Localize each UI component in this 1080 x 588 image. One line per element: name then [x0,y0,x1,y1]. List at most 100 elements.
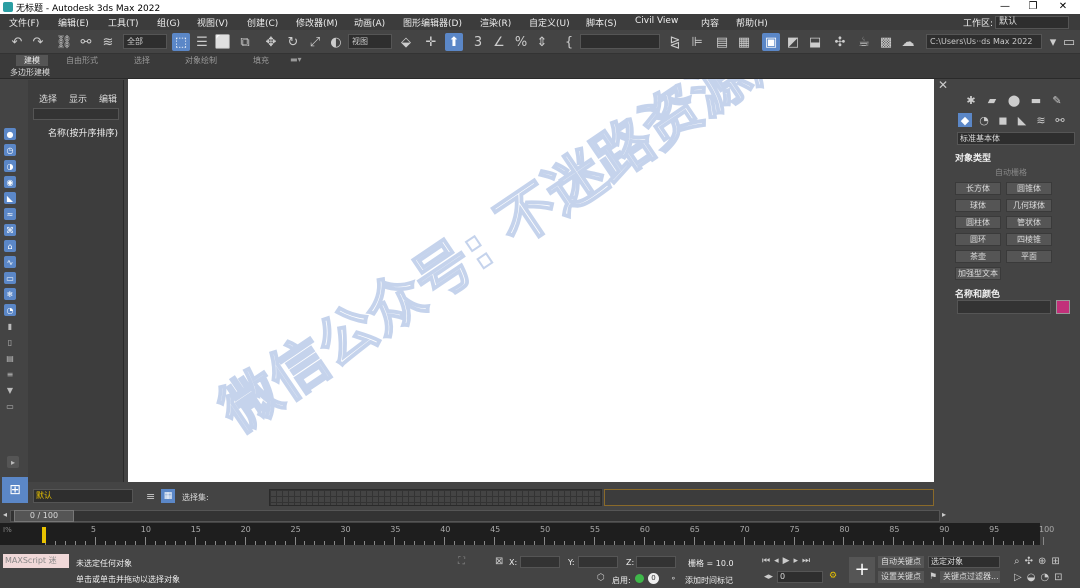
time-tag-lock-icon[interactable]: ⚬ [670,574,677,583]
menu-customize[interactable]: 自定义(U) [529,16,570,29]
filter-stack-icon[interactable]: ≡ [4,368,16,380]
ref-coord-select[interactable]: 视图 [348,34,392,49]
hierarchy-tab-icon[interactable]: ⬤ [1007,93,1021,107]
selection-filter-select[interactable]: 全部 [123,34,167,49]
manipulate-icon[interactable]: ✛ [422,33,440,51]
spinner-snap-icon[interactable]: ⇕ [533,33,551,51]
redo-icon[interactable]: ↷ [29,33,47,51]
filter-all-icon[interactable]: ● [4,128,16,140]
motion-tab-icon[interactable]: ▬ [1029,93,1043,107]
menu-content[interactable]: 内容 [701,16,719,29]
x-coord-input[interactable] [520,556,560,568]
cameras-icon[interactable]: ◣ [1015,113,1029,127]
object-type-header[interactable]: 对象类型 [955,151,991,164]
ribbon-options-icon[interactable]: ▬▾ [290,55,302,64]
time-prev-icon[interactable]: ◂ [3,510,7,519]
maxscript-listener[interactable]: MAXScript 迷 [3,554,69,568]
workspace-select[interactable]: 默认 [995,16,1069,29]
project-folder-icon[interactable]: ▭ [1060,33,1078,51]
time-config-icon[interactable]: ⚙ [829,571,837,581]
set-key-button[interactable]: 设置关键点 [878,571,924,583]
menu-edit[interactable]: 编辑(E) [58,16,89,29]
filter-lights-icon[interactable]: ◉ [4,176,16,188]
menu-views[interactable]: 视图(V) [197,16,228,29]
absolute-mode-icon[interactable]: ⊠ [495,556,503,567]
render-production-icon[interactable]: ☁ [899,33,917,51]
curve-editor-icon[interactable]: ◩ [784,33,802,51]
filter-hidden-icon[interactable]: ▮ [4,320,16,332]
polygon-modeling-bar[interactable]: 多边形建模 [0,67,1080,79]
torus-button[interactable]: 圆环 [955,233,1001,246]
plane-button[interactable]: 平面 [1006,250,1052,263]
funnel-icon[interactable]: ▼ [4,384,16,396]
ribbon-tab-selection[interactable]: 选择 [134,55,150,66]
object-color-swatch[interactable] [1056,300,1070,314]
modify-tab-icon[interactable]: ▰ [985,93,999,107]
ribbon-tab-freeform[interactable]: 自由形式 [66,55,98,66]
filter-frozen-icon[interactable]: ◔ [4,304,16,316]
percent-snap-icon[interactable]: % [512,33,530,51]
time-next-icon[interactable]: ▸ [942,510,946,519]
lights-icon[interactable]: ◼ [996,113,1010,127]
geosphere-button[interactable]: 几何球体 [1006,199,1052,212]
folder-icon[interactable]: ▭ [4,400,16,412]
key-filters-button[interactable]: 关键点过滤器... [940,571,1000,583]
scene-tab-edit[interactable]: 编辑 [99,92,117,105]
cylinder-button[interactable]: 圆柱体 [955,216,1001,229]
geometry-icon[interactable]: ◆ [958,113,972,127]
filter-notes-icon[interactable]: ▤ [4,352,16,364]
ribbon-tab-modeling[interactable]: 建模 [16,55,48,66]
project-path-field[interactable]: C:\Users\Us··ds Max 2022 [926,34,1042,49]
object-name-input[interactable] [957,300,1051,314]
filter-containers-icon[interactable]: ❄ [4,288,16,300]
filter-spacewarps-icon[interactable]: ⌘ [4,224,16,236]
filter-bones-icon[interactable]: ▭ [4,272,16,284]
menu-create[interactable]: 创建(C) [247,16,278,29]
selection-set-grid[interactable] [269,489,602,506]
set-key-icon[interactable]: + [849,557,875,583]
auto-key-button[interactable]: 自动关键点 [878,556,924,568]
placement-icon[interactable]: ◐ [327,33,345,51]
window-crossing-icon[interactable]: ⧉ [236,33,254,51]
ribbon-tab-object-paint[interactable]: 对象绘制 [185,55,217,66]
filter-geometry-icon[interactable]: ◷ [4,144,16,156]
scene-tab-display[interactable]: 显示 [69,92,87,105]
key-mode-select[interactable]: 选定对象 [928,556,1000,568]
layer-select[interactable]: 默认 [33,489,133,503]
expand-panel-icon[interactable]: ▸ [7,456,19,468]
timeline-fit-icon[interactable]: I% [0,523,40,545]
filter-xrefs-icon[interactable]: ∿ [4,256,16,268]
box-button[interactable]: 长方体 [955,182,1001,195]
shapes-icon[interactable]: ◔ [977,113,991,127]
angle-snap-icon[interactable]: ∠ [490,33,508,51]
text-plus-button[interactable]: 加强型文本 [955,267,1001,280]
isolate-icon[interactable]: ⛶ [458,556,465,567]
schematic-view-icon[interactable]: ⬓ [806,33,824,51]
rendered-frame-icon[interactable]: ▩ [877,33,895,51]
render-setup-icon[interactable]: ☕ [855,33,873,51]
key-filter-icon[interactable]: ⚑ [929,572,937,582]
filter-groups-icon[interactable]: ⌂ [4,240,16,252]
layer-explorer-icon[interactable]: ▦ [735,33,753,51]
menu-tools[interactable]: 工具(T) [108,16,139,29]
menu-help[interactable]: 帮助(H) [736,16,768,29]
rect-selection-icon[interactable]: ⬜ [214,33,232,51]
minimize-button[interactable]: — [990,0,1020,14]
bind-spacewarp-icon[interactable]: ≋ [99,33,117,51]
autogrid-checkbox[interactable]: 自动栅格 [995,167,1027,178]
layers-icon[interactable]: ≡ [146,490,155,503]
material-editor-icon[interactable]: ✣ [831,33,849,51]
current-frame-input[interactable]: 0 [777,571,823,583]
move-icon[interactable]: ✥ [262,33,280,51]
menu-group[interactable]: 组(G) [157,16,180,29]
filter-helpers-icon[interactable]: ≈ [4,208,16,220]
keyboard-shortcut-icon[interactable]: ⬆ [445,33,463,51]
pyramid-button[interactable]: 四棱锥 [1006,233,1052,246]
menu-rendering[interactable]: 渲染(R) [480,16,511,29]
menu-scripting[interactable]: 脚本(S) [586,16,617,29]
align-icon[interactable]: ⊫ [688,33,706,51]
maximize-button[interactable]: ❐ [1018,0,1048,14]
rotate-icon[interactable]: ↻ [284,33,302,51]
category-select[interactable]: 标准基本体 [957,132,1075,145]
ribbon-tab-populate[interactable]: 填充 [253,55,269,66]
